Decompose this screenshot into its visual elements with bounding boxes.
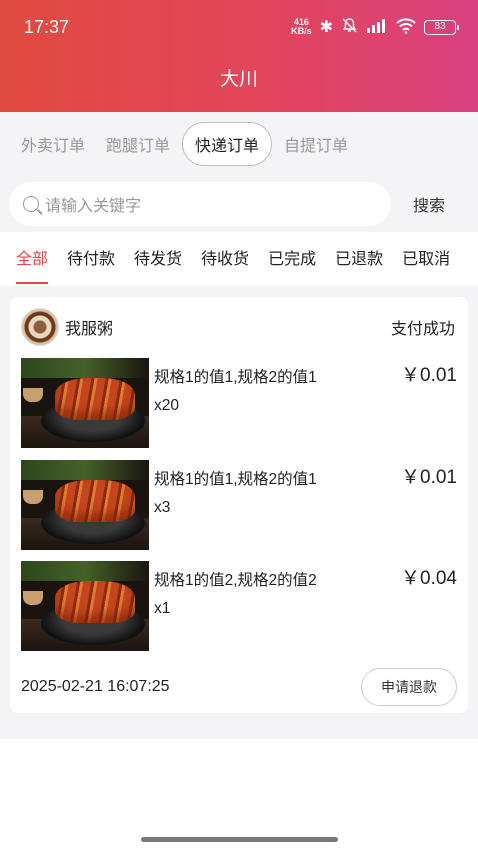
page-title: 大川 (219, 68, 258, 90)
tab-errand-orders[interactable]: 跑腿订单 (97, 122, 179, 166)
item-quantity: x20 (154, 397, 179, 414)
shop-avatar (21, 308, 59, 346)
order-item[interactable]: 规格1的值1,规格2的值1 x20 ￥0.01 (21, 358, 457, 448)
tab-status-pending-payment[interactable]: 待付款 (67, 232, 115, 286)
item-price: ￥0.01 (401, 365, 457, 386)
bell-muted-icon (341, 17, 358, 37)
network-speed-unit: KB/s (291, 26, 312, 36)
order-type-tabs: 外卖订单 跑腿订单 快递订单 自提订单 (0, 112, 478, 176)
battery-icon: 83 (424, 19, 459, 35)
item-price: ￥0.01 (401, 467, 457, 488)
tab-pickup-orders[interactable]: 自提订单 (275, 122, 357, 166)
network-speed: 416 KB/s (291, 18, 312, 36)
product-image (21, 358, 149, 448)
shop-name: 我服粥 (65, 319, 114, 338)
status-icons: 416 KB/s ✱ 83 (291, 17, 459, 37)
tab-status-cancelled[interactable]: 已取消 (402, 232, 450, 286)
search-row: 请输入关键字 搜索 (0, 176, 478, 232)
signal-icon (366, 18, 388, 37)
tab-status-completed[interactable]: 已完成 (268, 232, 316, 286)
apply-refund-button[interactable]: 申请退款 (361, 668, 457, 706)
tab-status-refunded[interactable]: 已退款 (335, 232, 383, 286)
item-spec: 规格1的值1,规格2的值1 (154, 471, 317, 488)
search-input[interactable]: 请输入关键字 (9, 182, 391, 226)
search-icon (23, 196, 39, 212)
app-header: 17:37 416 KB/s ✱ 83 大川 (0, 0, 478, 112)
home-indicator[interactable] (141, 837, 338, 842)
item-spec: 规格1的值2,规格2的值2 (154, 572, 317, 589)
status-bar: 17:37 416 KB/s ✱ 83 (0, 0, 478, 54)
order-time: 2025-02-21 16:07:25 (21, 678, 170, 695)
order-status-tabs: 全部 待付款 待发货 待收货 已完成 已退款 已取消 (0, 232, 478, 286)
item-quantity: x3 (154, 499, 171, 516)
item-spec: 规格1的值1,规格2的值1 (154, 369, 317, 386)
tab-takeaway-orders[interactable]: 外卖订单 (12, 122, 94, 166)
product-image (21, 460, 149, 550)
wifi-icon (396, 17, 416, 37)
order-item[interactable]: 规格1的值1,规格2的值1 x3 ￥0.01 (21, 460, 457, 550)
order-footer: 2025-02-21 16:07:25 申请退款 (21, 667, 457, 707)
tab-status-all[interactable]: 全部 (16, 232, 49, 286)
payment-status: 支付成功 (390, 319, 455, 338)
item-price: ￥0.04 (401, 568, 457, 589)
tab-status-pending-receipt[interactable]: 待收货 (201, 232, 249, 286)
order-card[interactable]: 我服粥 支付成功 规格1的值1,规格2的值1 x20 ￥0.01 规格1的值1,… (10, 297, 468, 713)
tab-express-orders[interactable]: 快递订单 (182, 122, 273, 166)
search-placeholder: 请输入关键字 (45, 196, 142, 215)
order-item[interactable]: 规格1的值2,规格2的值2 x1 ￥0.04 (21, 561, 457, 651)
tab-status-pending-shipment[interactable]: 待发货 (134, 232, 182, 286)
shop-row: 我服粥 支付成功 (21, 308, 457, 346)
item-quantity: x1 (154, 600, 171, 617)
bluetooth-icon: ✱ (319, 17, 333, 36)
search-button[interactable]: 搜索 (413, 192, 445, 216)
status-time: 17:37 (24, 16, 70, 37)
product-image (21, 561, 149, 651)
